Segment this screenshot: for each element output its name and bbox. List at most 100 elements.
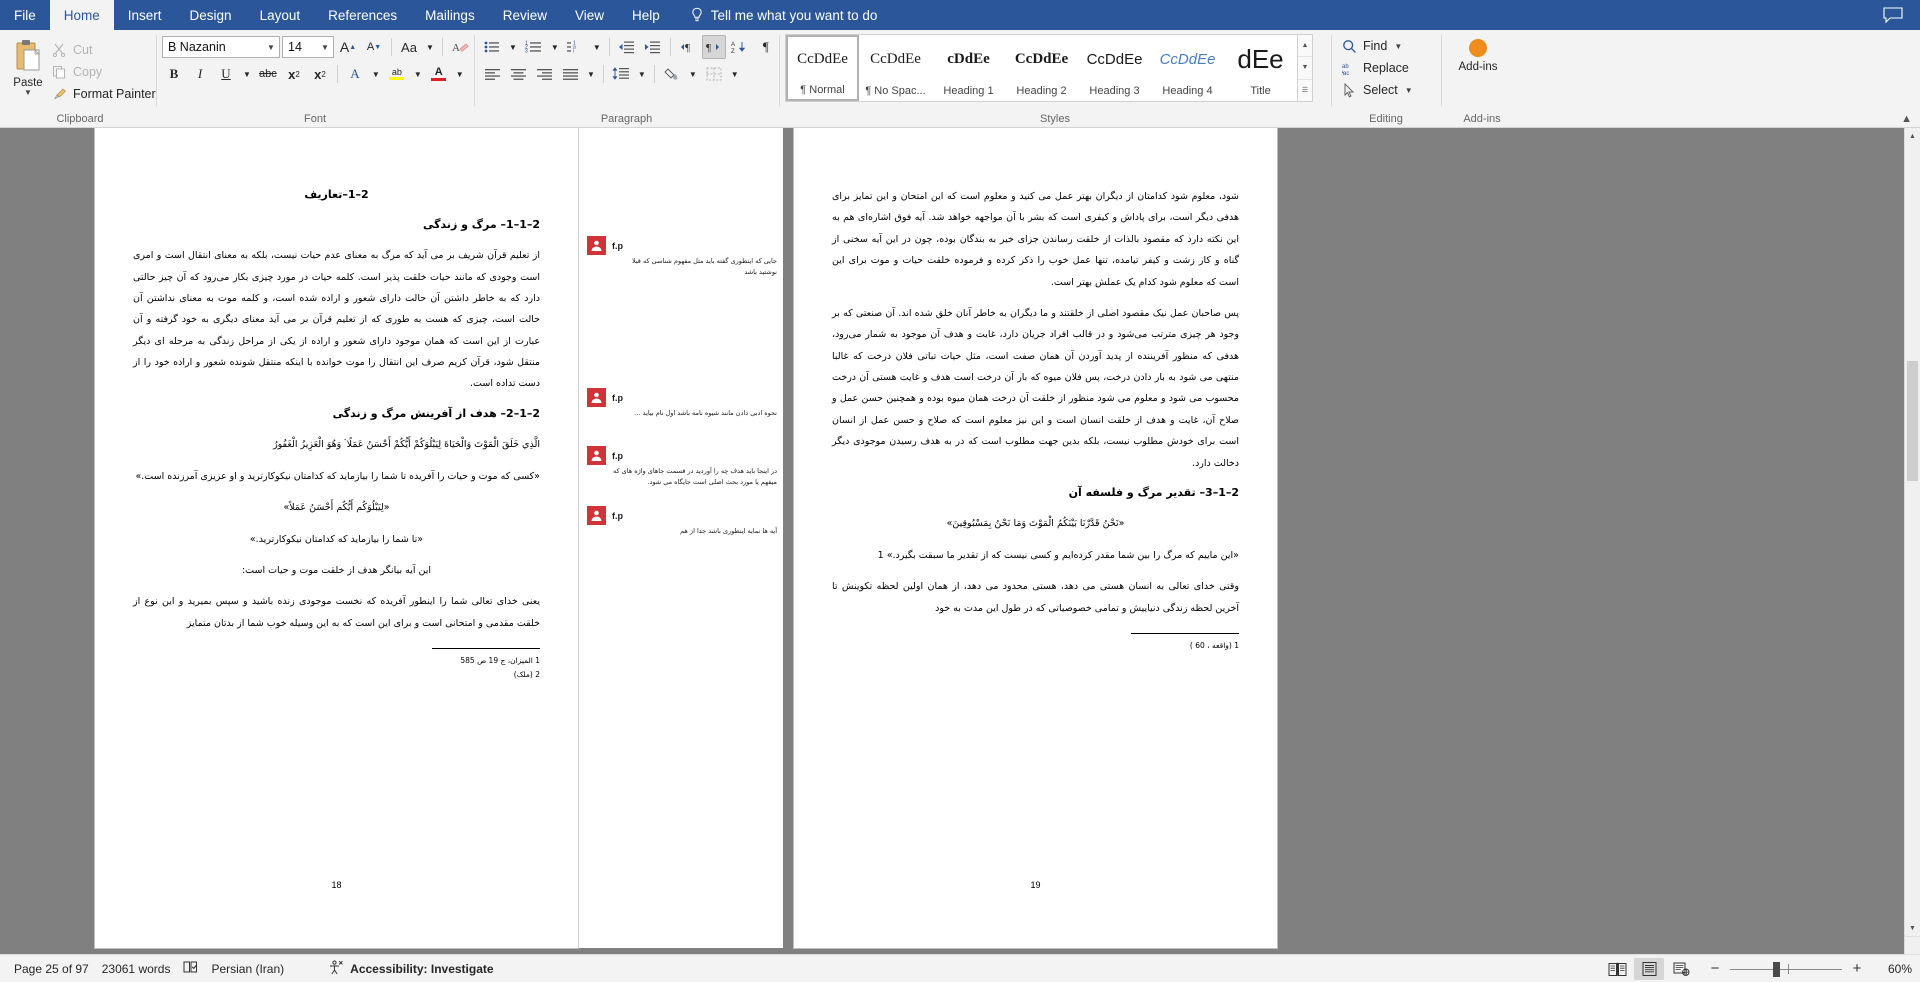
view-web-layout-button[interactable] xyxy=(1666,958,1696,980)
style-normal[interactable]: CcDdEe ¶ Normal xyxy=(786,35,859,101)
comment-1[interactable]: f.p جایی که اینطوری گفته باید مثل مفهوم … xyxy=(587,236,777,277)
font-size-caret[interactable]: ▼ xyxy=(317,43,333,52)
ribbon-tab-view[interactable]: View xyxy=(561,0,618,30)
document-page-18[interactable]: 2–1–تعاریف 2–1–1– مرگ و زندگی از تعلیم ق… xyxy=(95,128,578,948)
page-indicator[interactable]: Page 25 of 97 xyxy=(14,962,102,976)
zoom-percentage[interactable]: 60% xyxy=(1876,962,1912,976)
shading-button[interactable] xyxy=(660,62,684,86)
text-effects-button[interactable]: A xyxy=(343,62,367,86)
italic-button[interactable]: I xyxy=(188,62,212,86)
select-button[interactable]: Select ▼ xyxy=(1337,79,1419,101)
ribbon-tab-home[interactable]: Home xyxy=(49,0,114,30)
ribbon-tab-references[interactable]: References xyxy=(314,0,411,30)
paste-button[interactable]: Paste ▼ xyxy=(10,36,46,97)
numbering-button[interactable]: 1 2 3 xyxy=(522,35,546,59)
styles-more-button[interactable]: ☰ xyxy=(1298,80,1312,101)
document-page-19[interactable]: شود، معلوم شود کدامتان از دیگران بهتر عم… xyxy=(794,128,1277,948)
align-center-button[interactable] xyxy=(506,62,530,86)
font-color-caret[interactable]: ▼ xyxy=(453,62,467,86)
ribbon-tab-file[interactable]: File xyxy=(0,0,50,30)
paste-dropdown-caret[interactable]: ▼ xyxy=(24,89,32,97)
font-color-button[interactable]: A xyxy=(427,62,451,86)
ribbon-tab-review[interactable]: Review xyxy=(489,0,561,30)
zoom-out-button[interactable]: − xyxy=(1708,960,1722,977)
tell-me-search[interactable]: Tell me what you want to do xyxy=(674,0,890,30)
style-heading-4[interactable]: CcDdEe Heading 4 xyxy=(1151,35,1224,101)
styles-scroll-buttons[interactable]: ▲ ▼ ☰ xyxy=(1298,34,1313,102)
view-print-layout-button[interactable] xyxy=(1634,957,1664,980)
cut-button[interactable]: Cut xyxy=(48,39,162,61)
ribbon-tab-mailings[interactable]: Mailings xyxy=(411,0,489,30)
find-button[interactable]: Find ▼ xyxy=(1337,35,1408,57)
vertical-scrollbar[interactable]: ▲ ▼ xyxy=(1904,128,1920,954)
borders-caret[interactable]: ▼ xyxy=(728,62,742,86)
ribbon-tab-layout[interactable]: Layout xyxy=(246,0,315,30)
styles-scroll-up[interactable]: ▲ xyxy=(1298,35,1312,58)
style-no-spacing[interactable]: CcDdEe ¶ No Spac... xyxy=(859,35,932,101)
styles-gallery[interactable]: CcDdEe ¶ Normal CcDdEe ¶ No Spac... cDdE… xyxy=(785,34,1298,102)
scroll-split-handle[interactable] xyxy=(1905,936,1920,954)
underline-button[interactable]: U xyxy=(214,62,238,86)
scroll-track[interactable] xyxy=(1905,144,1920,920)
zoom-slider[interactable] xyxy=(1730,961,1842,977)
multilevel-list-caret[interactable]: ▼ xyxy=(590,35,604,59)
font-name-caret[interactable]: ▼ xyxy=(263,43,279,52)
bullets-button[interactable] xyxy=(480,35,504,59)
font-size-combobox[interactable]: 14 ▼ xyxy=(282,36,334,58)
align-right-button[interactable] xyxy=(532,62,556,86)
line-spacing-button[interactable] xyxy=(609,62,633,86)
zoom-slider-thumb[interactable] xyxy=(1772,961,1780,977)
replace-button[interactable]: ab ac Replace xyxy=(1337,57,1415,79)
ribbon-tab-help[interactable]: Help xyxy=(618,0,674,30)
proofing-status[interactable] xyxy=(183,960,211,977)
style-heading-3[interactable]: CcDdEe Heading 3 xyxy=(1078,35,1151,101)
line-spacing-caret[interactable]: ▼ xyxy=(635,62,649,86)
comment-4[interactable]: f.p آیه ها نمایه اینطوری باشد جدا از هم xyxy=(587,506,777,537)
highlight-button[interactable]: ab xyxy=(385,62,409,86)
style-heading-1[interactable]: cDdEe Heading 1 xyxy=(932,35,1005,101)
change-case-caret[interactable]: ▼ xyxy=(423,35,437,59)
underline-caret[interactable]: ▼ xyxy=(240,62,254,86)
word-count[interactable]: 23061 words xyxy=(102,962,184,976)
shading-caret[interactable]: ▼ xyxy=(686,62,700,86)
copy-button[interactable]: Copy xyxy=(48,61,162,83)
accessibility-status[interactable]: Accessibility: Investigate xyxy=(297,959,506,978)
decrease-indent-button[interactable] xyxy=(615,35,639,59)
numbering-caret[interactable]: ▼ xyxy=(548,35,562,59)
highlight-caret[interactable]: ▼ xyxy=(411,62,425,86)
find-caret[interactable]: ▼ xyxy=(1394,42,1402,51)
collapse-ribbon-button[interactable]: ▲ xyxy=(1901,113,1912,125)
scroll-down-button[interactable]: ▼ xyxy=(1905,920,1920,936)
styles-scroll-down[interactable]: ▼ xyxy=(1298,57,1312,80)
subscript-button[interactable]: x2 xyxy=(282,62,306,86)
multilevel-list-button[interactable]: 1 a i xyxy=(564,35,588,59)
justify-button[interactable] xyxy=(558,62,582,86)
comment-3[interactable]: f.p در اینجا باید هدف چه را آوردید در قس… xyxy=(587,446,777,487)
text-effects-caret[interactable]: ▼ xyxy=(369,62,383,86)
style-heading-2[interactable]: CcDdEe Heading 2 xyxy=(1005,35,1078,101)
comment-2[interactable]: f.p نحوه ادبی دادن مانند شیوه نامه باشد … xyxy=(587,388,777,419)
rtl-text-direction-button[interactable]: ¶ xyxy=(701,35,726,59)
ribbon-tab-design[interactable]: Design xyxy=(176,0,246,30)
language-indicator[interactable]: Persian (Iran) xyxy=(211,962,297,976)
shrink-font-button[interactable]: A ▼ xyxy=(362,35,386,59)
scroll-thumb[interactable] xyxy=(1907,361,1918,482)
scroll-up-button[interactable]: ▲ xyxy=(1905,128,1920,144)
strikethrough-button[interactable]: abc xyxy=(256,62,280,86)
style-title[interactable]: dEe Title xyxy=(1224,35,1297,101)
bold-button[interactable]: B xyxy=(162,62,186,86)
select-caret[interactable]: ▼ xyxy=(1405,86,1413,95)
justify-caret[interactable]: ▼ xyxy=(584,62,598,86)
show-formatting-marks-button[interactable]: ¶ xyxy=(754,35,778,59)
addins-button[interactable]: Add-ins xyxy=(1447,39,1509,73)
change-case-button[interactable]: Aa xyxy=(397,35,421,59)
font-name-combobox[interactable]: B Nazanin ▼ xyxy=(162,36,280,58)
clear-formatting-button[interactable]: A xyxy=(448,35,472,59)
view-read-mode-button[interactable] xyxy=(1602,958,1632,980)
format-painter-button[interactable]: Format Painter xyxy=(48,83,162,105)
increase-indent-button[interactable] xyxy=(641,35,665,59)
align-left-button[interactable] xyxy=(480,62,504,86)
comments-icon[interactable] xyxy=(1882,6,1904,24)
ltr-text-direction-button[interactable]: ¶ xyxy=(676,35,700,59)
grow-font-button[interactable]: A ▲ xyxy=(336,35,360,59)
